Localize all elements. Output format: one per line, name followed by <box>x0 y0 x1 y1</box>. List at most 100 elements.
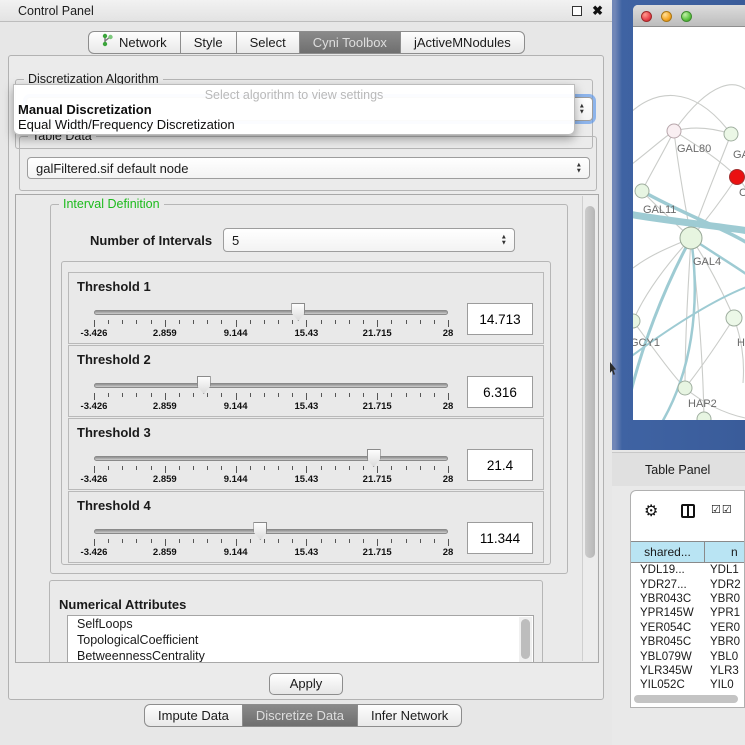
tab-infer-network[interactable]: Infer Network <box>357 704 462 727</box>
cell-name[interactable]: YER0 <box>708 622 745 634</box>
network-node[interactable] <box>635 184 649 198</box>
tab-style-label: Style <box>194 32 223 53</box>
slider-track[interactable] <box>94 529 448 534</box>
table-data-combobox[interactable]: galFiltered.sif default node ▲▼ <box>27 157 590 179</box>
number-of-intervals-combobox[interactable]: 5 ▲▼ <box>223 228 515 252</box>
network-node[interactable] <box>724 127 738 141</box>
cell-name[interactable]: YBL0 <box>708 651 745 663</box>
cell-name[interactable]: YBR0 <box>708 593 745 605</box>
apply-button[interactable]: Apply <box>269 673 343 695</box>
attributes-list-scrollbar[interactable] <box>519 617 532 663</box>
table-row[interactable]: YBL079WYBL0 <box>631 649 745 663</box>
network-node[interactable] <box>697 412 711 420</box>
slider-track[interactable] <box>94 383 448 388</box>
network-node[interactable] <box>680 227 702 249</box>
cell-shared-name[interactable]: YBR043C <box>631 593 708 605</box>
popup-option-manual-discretization[interactable]: Manual Discretization <box>18 102 152 117</box>
gear-icon[interactable]: ⚙ <box>644 501 658 521</box>
table-horizontal-scrollbar[interactable] <box>634 695 738 703</box>
threshold-slider[interactable]: -3.4262.8599.14415.4321.71528 <box>94 273 448 345</box>
table-row[interactable]: YDL19...YDL1 <box>631 563 745 577</box>
network-canvas[interactable]: GAL80GACGAL11GAL4GCY1HHAP2 <box>633 28 745 420</box>
numerical-attributes-list[interactable]: SelfLoopsTopologicalCoefficientBetweenne… <box>67 615 534 663</box>
slider-thumb[interactable] <box>367 449 381 467</box>
network-node-label: GA <box>733 149 745 161</box>
slider-tick <box>250 320 251 324</box>
slider-tick <box>278 539 279 543</box>
cell-shared-name[interactable]: YBR045C <box>631 636 708 648</box>
table-row[interactable]: YPR145WYPR1 <box>631 606 745 620</box>
tab-cyni-toolbox[interactable]: Cyni Toolbox <box>299 31 401 54</box>
cell-shared-name[interactable]: YIL052C <box>631 679 708 691</box>
slider-tick <box>94 393 95 400</box>
popup-option-equal-width-frequency[interactable]: Equal Width/Frequency Discretization <box>18 117 235 132</box>
cell-name[interactable]: YLR3 <box>708 665 745 677</box>
cell-name[interactable]: YIL0 <box>708 679 745 691</box>
slider-tick <box>448 466 449 473</box>
slider-track[interactable] <box>94 456 448 461</box>
cell-shared-name[interactable]: YBL079W <box>631 651 708 663</box>
settings-vertical-scrollbar[interactable] <box>582 196 597 661</box>
tab-network[interactable]: Network <box>88 31 181 54</box>
slider-tick <box>122 539 123 543</box>
slider-thumb[interactable] <box>197 376 211 394</box>
scrollbar-thumb[interactable] <box>585 206 595 558</box>
cell-shared-name[interactable]: YDR27... <box>631 579 708 591</box>
tab-discretize-data[interactable]: Discretize Data <box>242 704 358 727</box>
slider-tick <box>306 393 307 400</box>
table-row[interactable]: YER054CYER0 <box>631 621 745 635</box>
slider-track[interactable] <box>94 310 448 315</box>
slider-tick <box>335 539 336 543</box>
column-header-name[interactable]: n <box>704 541 745 563</box>
cell-shared-name[interactable]: YPR145W <box>631 607 708 619</box>
column-header-shared-name[interactable]: shared... <box>630 541 705 563</box>
zoom-traffic-light[interactable] <box>681 11 692 22</box>
attribute-item[interactable]: BetweennessCentrality <box>68 648 533 663</box>
select-columns-icon[interactable]: ☑☑ <box>711 503 733 516</box>
close-traffic-light[interactable] <box>641 11 652 22</box>
tab-style[interactable]: Style <box>180 31 237 54</box>
table-row[interactable]: YLR345WYLR3 <box>631 664 745 678</box>
network-node[interactable] <box>726 310 742 326</box>
network-node[interactable] <box>633 314 640 328</box>
table-row[interactable]: YDR27...YDR2 <box>631 577 745 591</box>
cell-name[interactable]: YBR0 <box>708 636 745 648</box>
tab-select[interactable]: Select <box>236 31 300 54</box>
tab-impute-data[interactable]: Impute Data <box>144 704 243 727</box>
minimize-traffic-light[interactable] <box>661 11 672 22</box>
threshold-slider[interactable]: -3.4262.8599.14415.4321.71528 <box>94 419 448 491</box>
slider-tick <box>108 320 109 324</box>
close-icon[interactable]: ✖ <box>592 3 603 19</box>
network-node[interactable] <box>678 381 692 395</box>
slider-tick <box>179 539 180 543</box>
slider-thumb[interactable] <box>291 303 305 321</box>
threshold-value-field[interactable] <box>467 449 533 481</box>
slider-tick <box>221 466 222 470</box>
cell-name[interactable]: YDR2 <box>708 579 745 591</box>
cell-name[interactable]: YPR1 <box>708 607 745 619</box>
network-node[interactable] <box>730 170 745 185</box>
cell-name[interactable]: YDL1 <box>708 564 745 576</box>
cell-shared-name[interactable]: YER054C <box>631 622 708 634</box>
slider-tick <box>306 539 307 546</box>
threshold-slider[interactable]: -3.4262.8599.14415.4321.71528 <box>94 492 448 564</box>
slider-tick <box>264 320 265 324</box>
table-row[interactable]: YIL052CYIL0 <box>631 678 745 692</box>
cell-shared-name[interactable]: YLR345W <box>631 665 708 677</box>
cell-shared-name[interactable]: YDL19... <box>631 564 708 576</box>
threshold-slider[interactable]: -3.4262.8599.14415.4321.71528 <box>94 346 448 418</box>
tab-jactivemnodules[interactable]: jActiveMNodules <box>400 31 525 54</box>
attribute-item[interactable]: TopologicalCoefficient <box>68 632 533 648</box>
attribute-item[interactable]: SelfLoops <box>68 616 533 632</box>
table-row[interactable]: YBR045CYBR0 <box>631 635 745 649</box>
table-row[interactable]: YBR043CYBR0 <box>631 592 745 606</box>
float-window-icon[interactable] <box>572 6 582 16</box>
network-node[interactable] <box>667 124 681 138</box>
split-columns-icon[interactable] <box>681 504 695 518</box>
slider-tick <box>377 539 378 546</box>
slider-thumb[interactable] <box>253 522 267 540</box>
threshold-value-field[interactable] <box>467 376 533 408</box>
slider-tick-label: 28 <box>443 401 454 412</box>
threshold-value-field[interactable] <box>467 303 533 335</box>
threshold-value-field[interactable] <box>467 522 533 554</box>
